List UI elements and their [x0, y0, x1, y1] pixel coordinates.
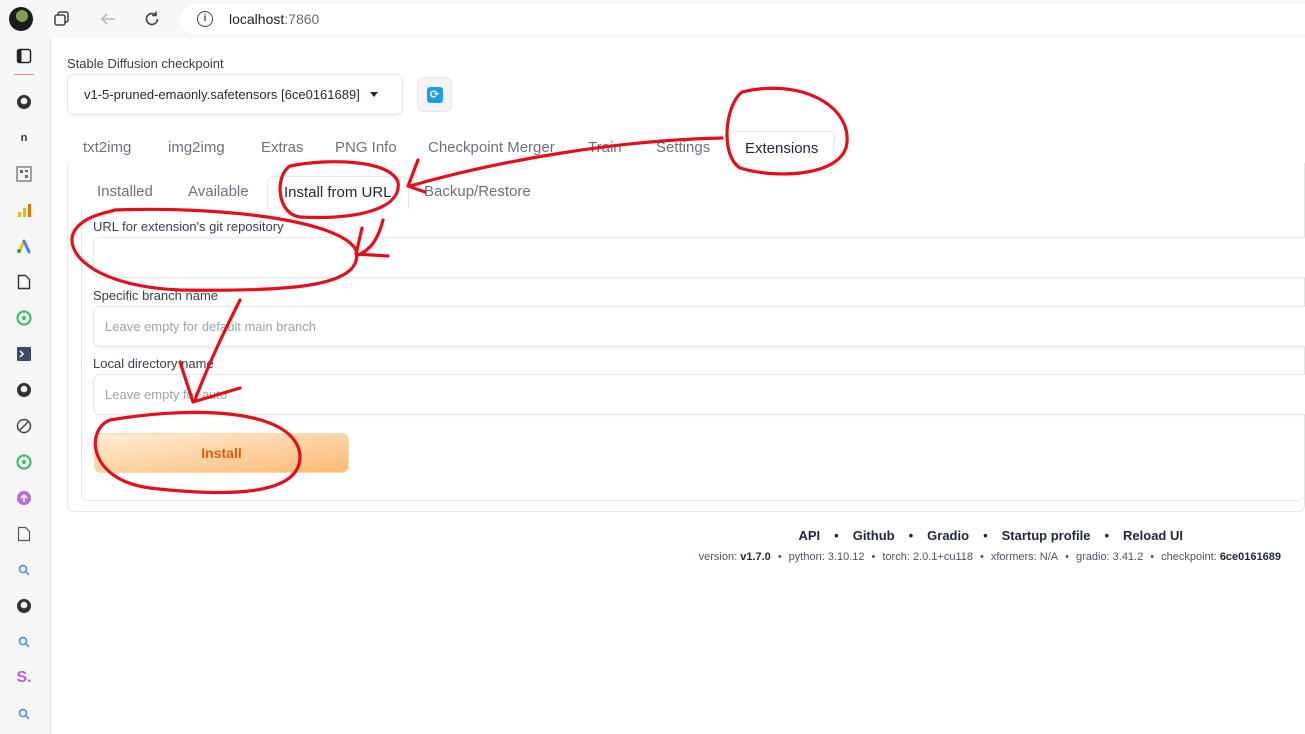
git-url-label: URL for extension's git repository — [93, 219, 284, 234]
reload-icon[interactable] — [140, 7, 164, 31]
version-value: v1.7.0 — [740, 551, 771, 563]
url-host: localhost — [229, 11, 285, 27]
search-icon[interactable] — [14, 632, 34, 652]
install-button[interactable]: Install — [94, 433, 349, 473]
tab-train[interactable]: Train — [572, 131, 638, 164]
subtab-install-from-url[interactable]: Install from URL — [267, 176, 409, 209]
subtab-installed[interactable]: Installed — [81, 176, 169, 208]
checkpoint-dropdown[interactable]: v1-5-pruned-emaonly.safetensors [6ce0161… — [67, 74, 403, 115]
python-version: python: 3.10.12 — [788, 551, 865, 563]
compass-icon[interactable] — [14, 416, 34, 436]
tab-checkpoint-merger[interactable]: Checkpoint Merger — [412, 131, 571, 164]
checkpoint-value: v1-5-pruned-emaonly.safetensors [6ce0161… — [84, 87, 360, 102]
github-icon[interactable] — [14, 596, 34, 616]
footer-link-gradio[interactable]: Gradio — [927, 528, 969, 543]
ads-icon[interactable] — [14, 236, 34, 256]
sidebar-separator — [14, 74, 34, 75]
document-icon[interactable] — [14, 272, 34, 292]
git-url-input[interactable] — [93, 237, 1305, 278]
footer-link-startup-profile[interactable]: Startup profile — [1002, 528, 1091, 543]
subtab-available[interactable]: Available — [172, 176, 265, 208]
workspaces-icon[interactable] — [50, 7, 74, 31]
qr-icon[interactable] — [14, 164, 34, 184]
tab-txt2img[interactable]: txt2img — [67, 131, 147, 164]
github-icon[interactable] — [14, 92, 34, 112]
notion-icon[interactable]: n — [14, 128, 34, 148]
tab-img2img[interactable]: img2img — [152, 131, 241, 164]
document-icon[interactable] — [14, 524, 34, 544]
browser-sidebar: n S. — [0, 38, 51, 734]
refresh-icon: ⟳ — [426, 86, 443, 103]
checkpoint-label: Stable Diffusion checkpoint — [67, 56, 224, 71]
site-info-icon[interactable]: i — [197, 11, 213, 27]
search-icon[interactable] — [14, 704, 34, 724]
webui-main: Stable Diffusion checkpoint v1-5-pruned-… — [51, 38, 1305, 734]
footer-links: API • Github • Gradio • Startup profile • Reload… — [798, 528, 1183, 543]
subtab-backup-restore[interactable]: Backup/Restore — [408, 176, 547, 208]
github-icon[interactable] — [14, 380, 34, 400]
tab-png-info[interactable]: PNG Info — [319, 131, 413, 164]
checkpoint-hash: 6ce0161689 — [1219, 551, 1281, 563]
footer-link-github[interactable]: Github — [853, 528, 895, 543]
xformers-version: xformers: N/A — [990, 551, 1059, 563]
chatgpt-icon[interactable] — [14, 452, 34, 472]
checkpoint-prefix: checkpoint: — [1161, 551, 1217, 563]
address-bar[interactable]: i localhost:7860 — [180, 4, 1305, 34]
upload-icon[interactable] — [14, 488, 34, 508]
refresh-checkpoint-button[interactable]: ⟳ — [417, 77, 452, 112]
branch-input[interactable] — [93, 306, 1305, 347]
s-icon[interactable]: S. — [14, 668, 34, 688]
tabs-icon[interactable] — [14, 46, 34, 66]
local-dir-label: Local directory name — [93, 356, 214, 371]
torch-version: torch: 2.0.1+cu118 — [882, 551, 973, 563]
analytics-icon[interactable] — [14, 200, 34, 220]
tab-extras[interactable]: Extras — [245, 131, 320, 164]
browser-toolbar: i localhost:7860 — [0, 0, 1305, 38]
gradio-version: gradio: 3.41.2 — [1075, 551, 1144, 563]
branch-label: Specific branch name — [93, 288, 219, 303]
back-arrow-icon[interactable] — [96, 7, 120, 31]
tab-extensions[interactable]: Extensions — [728, 131, 836, 165]
browser-profile-icon[interactable] — [9, 7, 33, 31]
url-port: :7860 — [284, 11, 320, 27]
chatgpt-icon[interactable] — [14, 308, 34, 328]
chevron-down-icon — [370, 92, 378, 97]
footer-link-reload-ui[interactable]: Reload UI — [1123, 528, 1183, 543]
version-info: version: v1.7.0 • python: 3.10.12 • torch: 2… — [698, 551, 1281, 563]
screen: i localhost:7860 n S. Stable Diffusion c… — [0, 0, 1305, 734]
tab-settings[interactable]: Settings — [640, 131, 726, 164]
footer-link-api[interactable]: API — [798, 528, 820, 543]
version-prefix: version: — [698, 551, 738, 563]
terminal-icon[interactable] — [14, 344, 34, 364]
search-icon[interactable] — [14, 560, 34, 580]
local-dir-input[interactable] — [93, 374, 1305, 415]
